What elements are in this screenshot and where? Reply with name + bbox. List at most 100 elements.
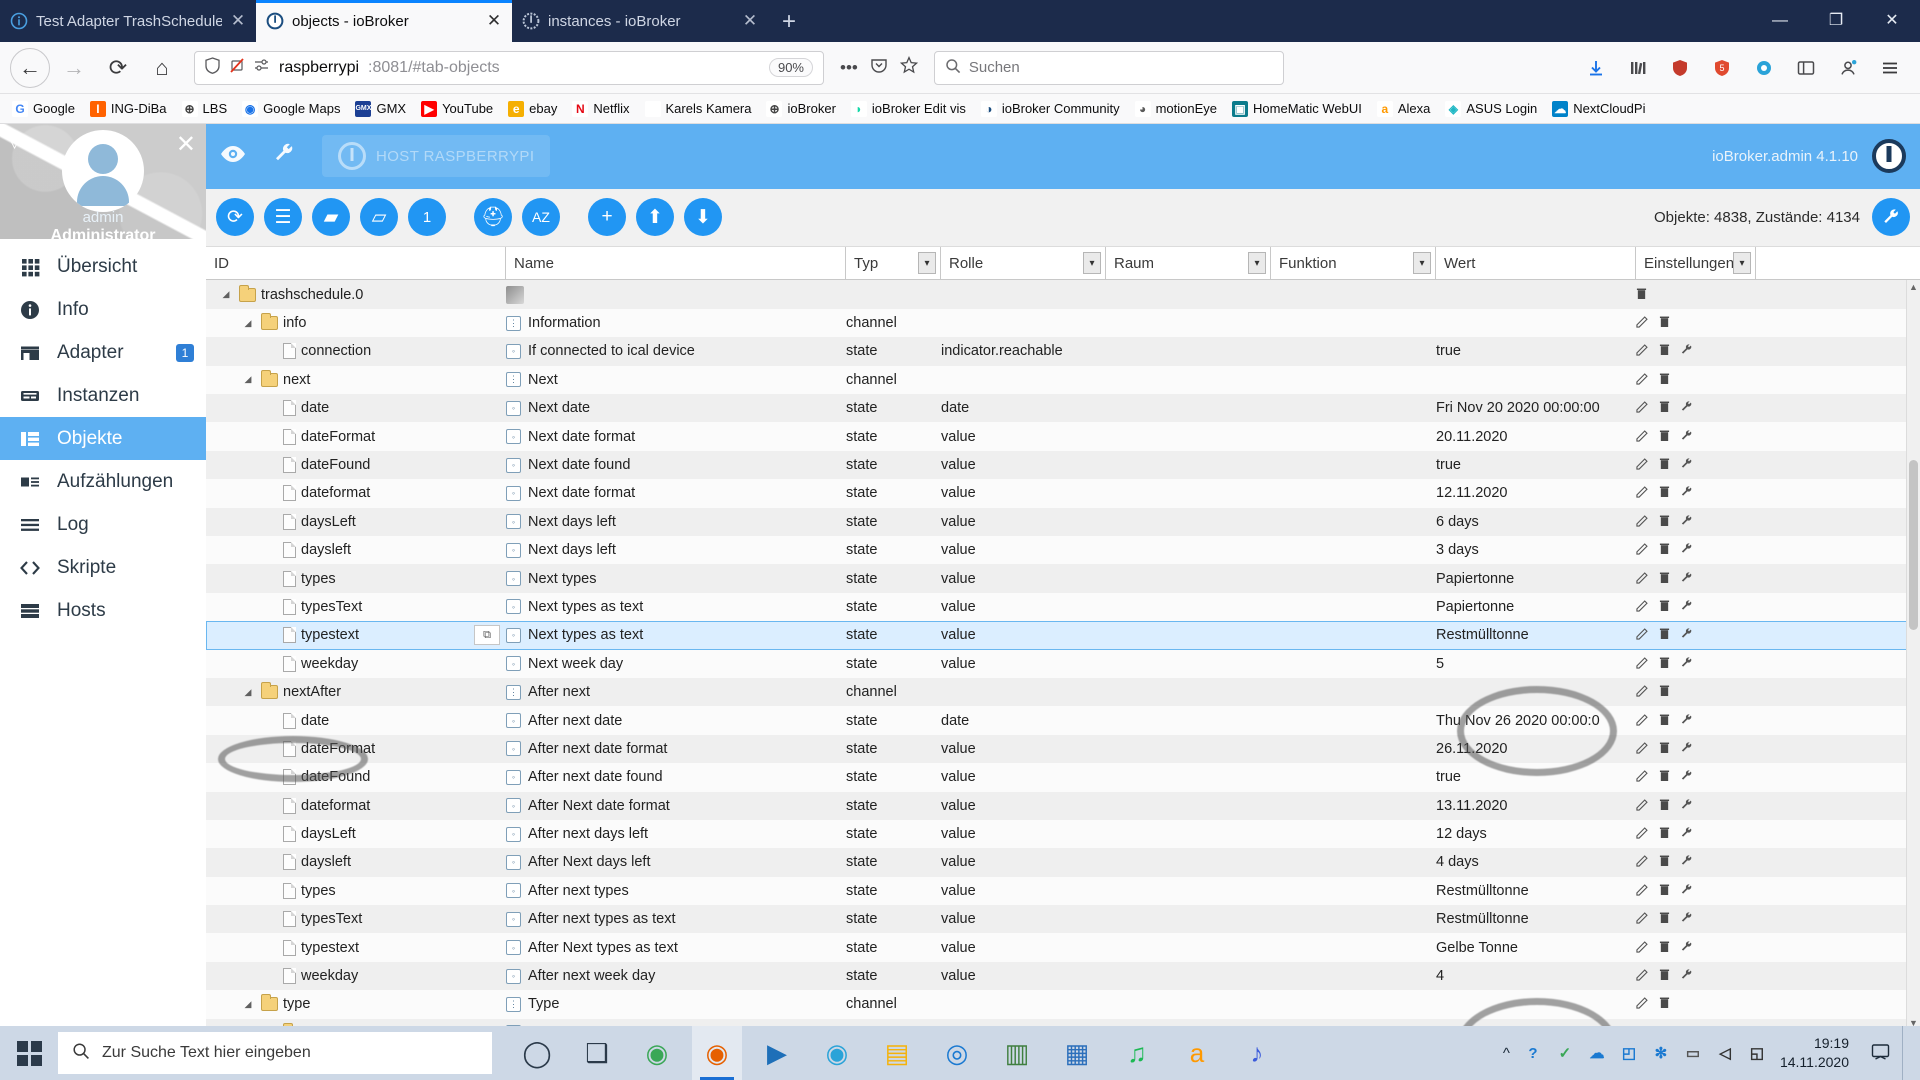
table-row[interactable]: ◢ trashschedule.0: [206, 280, 1920, 309]
cell-wert[interactable]: true: [1436, 343, 1636, 359]
maximize-button[interactable]: ❐: [1808, 0, 1864, 42]
ublock-icon[interactable]: 5: [1702, 48, 1742, 88]
table-row[interactable]: ◢ next ⋮ Next channel: [206, 365, 1920, 395]
delete-button[interactable]: [1659, 485, 1670, 501]
cell-id[interactable]: connection: [206, 343, 506, 360]
home-button[interactable]: ⌂: [142, 48, 182, 88]
table-row[interactable]: typesText ◦ After next types as text state v…: [206, 905, 1920, 934]
back-button[interactable]: ←: [10, 47, 50, 88]
cell-id[interactable]: dateFound: [206, 457, 506, 474]
permissions-icon[interactable]: [254, 58, 270, 77]
network-icon[interactable]: ◱: [1746, 1042, 1768, 1064]
cell-id[interactable]: typesText: [206, 911, 506, 928]
bookmark-item[interactable]: ◉ Google Maps: [236, 99, 346, 119]
wrench-button[interactable]: [1680, 429, 1693, 445]
cell-id[interactable]: daysleft: [206, 854, 506, 871]
table-row[interactable]: dateFound ◦ After next date found state valu…: [206, 763, 1920, 792]
column-header-typ[interactable]: Typ ▾: [846, 247, 941, 280]
scrollbar-thumb[interactable]: [1909, 460, 1918, 631]
delete-button[interactable]: [1659, 343, 1670, 359]
chrome-icon[interactable]: ◉: [632, 1026, 682, 1080]
delete-button[interactable]: [1659, 769, 1670, 785]
save-to-pocket-icon[interactable]: [870, 56, 888, 79]
edit-button[interactable]: [1636, 457, 1649, 473]
cell-wert[interactable]: 13.11.2020: [1436, 798, 1636, 814]
privacy-badger-icon[interactable]: [1660, 48, 1700, 88]
edit-button[interactable]: [1636, 968, 1649, 984]
column-header-rolle[interactable]: Rolle ▾: [941, 247, 1106, 280]
spotify-icon[interactable]: ♫: [1112, 1026, 1162, 1080]
file-explorer-icon[interactable]: ▤: [872, 1026, 922, 1080]
battery-icon[interactable]: ▭: [1682, 1042, 1704, 1064]
taskbar-search-input[interactable]: Zur Suche Text hier eingeben: [58, 1032, 492, 1074]
delete-button[interactable]: [1659, 656, 1670, 672]
bookmark-item[interactable]: ⊕ LBS: [176, 99, 234, 119]
shield-icon[interactable]: [205, 56, 220, 79]
wrench-button[interactable]: [1680, 571, 1693, 587]
cell-id[interactable]: daysLeft: [206, 513, 506, 530]
cell-wert[interactable]: Papiertonne: [1436, 599, 1636, 615]
host-selector[interactable]: HOST RASPBERRYPI: [322, 135, 551, 178]
delete-button[interactable]: [1659, 996, 1670, 1012]
sidebar-item-instanzen[interactable]: Instanzen: [0, 374, 206, 417]
new-tab-button[interactable]: +: [768, 8, 810, 42]
bookmark-item[interactable]: a Alexa: [1371, 99, 1437, 119]
extension-icon[interactable]: [1744, 48, 1784, 88]
volume-icon[interactable]: ◁: [1714, 1042, 1736, 1064]
edit-button[interactable]: [1636, 400, 1649, 416]
sidebar-item-bersicht[interactable]: Übersicht: [0, 245, 206, 288]
cell-id[interactable]: dateformat: [206, 485, 506, 502]
delete-button[interactable]: [1659, 599, 1670, 615]
delete-button[interactable]: [1659, 741, 1670, 757]
page-actions-icon[interactable]: •••: [840, 58, 858, 78]
cell-wert[interactable]: 12.11.2020: [1436, 485, 1636, 501]
delete-button[interactable]: [1659, 372, 1670, 388]
bluetooth-icon[interactable]: ✻: [1650, 1042, 1672, 1064]
chevron-down-icon[interactable]: ▾: [1248, 252, 1266, 275]
teamviewer-icon[interactable]: ◎: [932, 1026, 982, 1080]
cell-id[interactable]: daysLeft: [206, 826, 506, 843]
browser-tab-2[interactable]: objects - ioBroker ✕: [256, 0, 512, 42]
bookmark-item[interactable]: ▣ HomeMatic WebUI: [1226, 99, 1368, 119]
delete-button[interactable]: [1659, 400, 1670, 416]
edge-icon[interactable]: ◉: [812, 1026, 862, 1080]
show-desktop-button[interactable]: [1902, 1026, 1912, 1080]
close-icon[interactable]: ✕: [176, 130, 196, 159]
cell-id[interactable]: ◢ info: [206, 313, 506, 331]
cortana-icon[interactable]: ◯: [512, 1026, 562, 1080]
delete-button[interactable]: [1659, 457, 1670, 473]
wrench-button[interactable]: [1680, 769, 1693, 785]
cell-id[interactable]: dateFound: [206, 769, 506, 786]
table-row[interactable]: connection ◦ If connected to ical device st…: [206, 337, 1920, 366]
delete-button[interactable]: [1659, 627, 1670, 643]
amazon-icon[interactable]: a: [1172, 1026, 1222, 1080]
taskbar-clock[interactable]: 19:19 14.11.2020: [1780, 1034, 1859, 1072]
delete-button[interactable]: [1636, 287, 1647, 303]
bookmark-item[interactable]: ◈ ASUS Login: [1439, 99, 1543, 119]
edit-button[interactable]: [1636, 769, 1649, 785]
delete-button[interactable]: [1659, 911, 1670, 927]
edit-button[interactable]: [1636, 514, 1649, 530]
table-row[interactable]: daysLeft ◦ After next days left state value 1…: [206, 819, 1920, 849]
expand-one-level-button[interactable]: 1: [408, 198, 446, 237]
forward-button[interactable]: →: [54, 48, 94, 88]
account-icon[interactable]: [1828, 48, 1868, 88]
edit-button[interactable]: [1636, 741, 1649, 757]
bookmark-item[interactable]: e ebay: [502, 99, 563, 119]
table-row[interactable]: ◢ type ⋮ Type channel: [206, 990, 1920, 1019]
delete-button[interactable]: [1659, 315, 1670, 331]
tray-overflow-icon[interactable]: ^: [1503, 1045, 1510, 1062]
store-icon[interactable]: ▥: [992, 1026, 1042, 1080]
table-row[interactable]: weekday ◦ Next week day state value 5: [206, 649, 1920, 678]
sidebar-item-hosts[interactable]: Hosts: [0, 589, 206, 632]
expand-toggle-icon[interactable]: ◢: [240, 318, 256, 329]
edit-button[interactable]: [1636, 684, 1649, 700]
wrench-button[interactable]: [1680, 713, 1693, 729]
cell-wert[interactable]: Restmülltonne: [1436, 883, 1636, 899]
media-player-icon[interactable]: ▶: [752, 1026, 802, 1080]
browser-tab-3[interactable]: instances - ioBroker ✕: [512, 0, 768, 42]
edit-button[interactable]: [1636, 911, 1649, 927]
reload-button[interactable]: ⟳: [98, 48, 138, 88]
delete-button[interactable]: [1659, 854, 1670, 870]
column-header-id[interactable]: ID: [206, 247, 506, 280]
